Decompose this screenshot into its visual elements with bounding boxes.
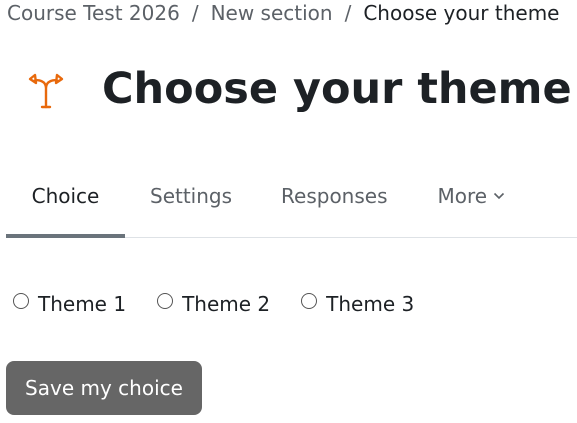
option-theme-2[interactable]: Theme 2 <box>157 292 270 316</box>
breadcrumb-course-link[interactable]: Course Test 2026 <box>7 1 180 25</box>
option-theme-1[interactable]: Theme 1 <box>13 292 126 316</box>
breadcrumb-separator: / <box>344 1 352 25</box>
breadcrumb-section-link[interactable]: New section <box>211 1 333 25</box>
tab-settings[interactable]: Settings <box>150 154 232 237</box>
tab-more-label: More <box>437 183 488 208</box>
radio-theme-3[interactable] <box>301 293 318 309</box>
chevron-down-icon <box>493 192 505 200</box>
save-choice-button[interactable]: Save my choice <box>6 361 202 415</box>
page-title: Choose your theme <box>102 64 572 114</box>
radio-theme-1[interactable] <box>13 293 29 309</box>
tab-more[interactable]: More <box>438 154 506 237</box>
breadcrumb: Course Test 2026 / New section / Choose … <box>7 0 559 26</box>
tab-responses[interactable]: Responses <box>281 154 387 237</box>
page-header: Choose your theme <box>26 62 572 116</box>
activity-tabs: Choice Settings Responses More <box>6 154 577 238</box>
option-label: Theme 2 <box>182 292 271 316</box>
option-theme-3[interactable]: Theme 3 <box>301 292 414 316</box>
choice-fork-icon <box>26 66 66 112</box>
option-label: Theme 3 <box>326 292 415 316</box>
breadcrumb-current: Choose your theme <box>363 1 560 25</box>
radio-theme-2[interactable] <box>157 293 174 309</box>
choice-options: Theme 1 Theme 2 Theme 3 <box>13 292 445 316</box>
option-label: Theme 1 <box>38 292 127 316</box>
breadcrumb-separator: / <box>191 1 199 25</box>
tab-choice[interactable]: Choice <box>6 154 125 238</box>
